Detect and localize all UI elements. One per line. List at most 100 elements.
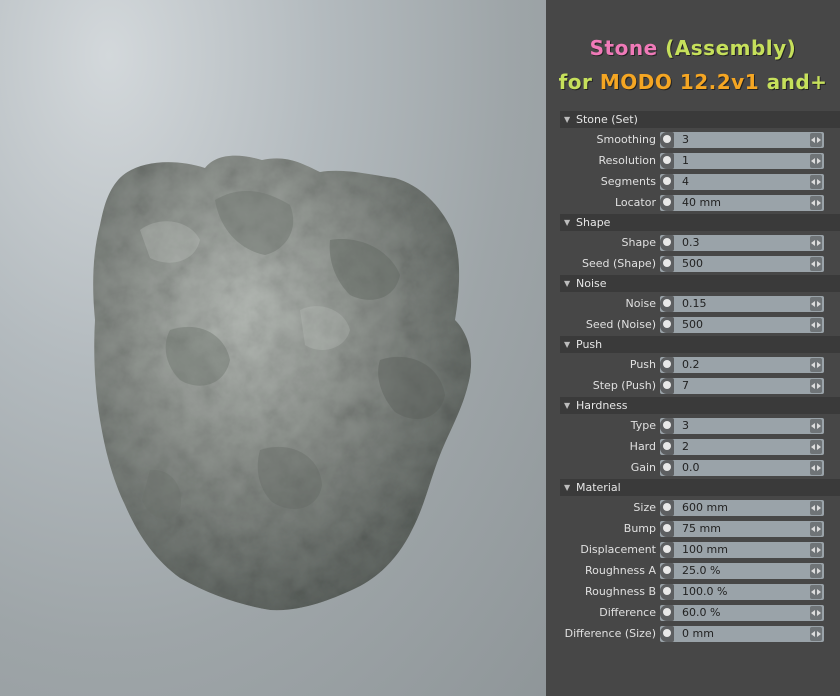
- channel-link-icon[interactable]: [660, 195, 674, 211]
- property-row: Step (Push) 7: [560, 376, 840, 397]
- property-value[interactable]: 4: [682, 175, 689, 188]
- property-label: Push: [629, 358, 656, 371]
- spinner-arrows-icon[interactable]: [810, 606, 822, 620]
- spinner-arrows-icon[interactable]: [810, 522, 822, 536]
- property-label: Step (Push): [592, 379, 656, 392]
- title-stone: Stone: [589, 36, 658, 60]
- spinner-arrows-icon[interactable]: [810, 501, 822, 515]
- channel-link-icon[interactable]: [660, 132, 674, 148]
- collapse-arrow-icon[interactable]: ▼: [564, 397, 570, 414]
- spinner-arrows-icon[interactable]: [810, 461, 822, 475]
- properties-panel: Stone (Assembly) for MODO 12.2v1 and+ ▼ S…: [546, 0, 840, 696]
- property-value[interactable]: 75 mm: [682, 522, 721, 535]
- channel-link-icon[interactable]: [660, 584, 674, 600]
- channel-link-icon[interactable]: [660, 174, 674, 190]
- property-value[interactable]: 100.0 %: [682, 585, 727, 598]
- title-line-1: Stone (Assembly): [546, 36, 840, 60]
- property-value[interactable]: 0.0: [682, 461, 700, 474]
- property-value[interactable]: 100 mm: [682, 543, 728, 556]
- channel-link-icon[interactable]: [660, 153, 674, 169]
- property-value[interactable]: 500: [682, 257, 703, 270]
- stone-render: [93, 155, 472, 611]
- title-version: 12.2v1: [679, 70, 760, 94]
- property-label: Size: [633, 501, 656, 514]
- spinner-arrows-icon[interactable]: [810, 543, 822, 557]
- property-row: Segments 4: [560, 172, 840, 193]
- spinner-arrows-icon[interactable]: [810, 297, 822, 311]
- property-row: Gain 0.0: [560, 458, 840, 479]
- property-row: Seed (Noise) 500: [560, 315, 840, 336]
- channel-link-icon[interactable]: [660, 296, 674, 312]
- channel-link-icon[interactable]: [660, 357, 674, 373]
- property-value[interactable]: 0.3: [682, 236, 700, 249]
- property-value[interactable]: 3: [682, 133, 689, 146]
- property-label: Hard: [629, 440, 656, 453]
- property-row: Displacement 100 mm: [560, 540, 840, 561]
- spinner-arrows-icon[interactable]: [810, 175, 822, 189]
- channel-link-icon[interactable]: [660, 418, 674, 434]
- section-stone-set[interactable]: ▼ Stone (Set): [560, 111, 840, 128]
- property-row: Roughness A 25.0 %: [560, 561, 840, 582]
- spinner-arrows-icon[interactable]: [810, 133, 822, 147]
- property-value[interactable]: 3: [682, 419, 689, 432]
- channel-link-icon[interactable]: [660, 256, 674, 272]
- collapse-arrow-icon[interactable]: ▼: [564, 336, 570, 353]
- property-value[interactable]: 2: [682, 440, 689, 453]
- property-row: Difference (Size) 0 mm: [560, 624, 840, 645]
- channel-link-icon[interactable]: [660, 605, 674, 621]
- property-value[interactable]: 500: [682, 318, 703, 331]
- collapse-arrow-icon[interactable]: ▼: [564, 479, 570, 496]
- property-row: Locator 40 mm: [560, 193, 840, 214]
- property-label: Shape: [621, 236, 656, 249]
- spinner-arrows-icon[interactable]: [810, 627, 822, 641]
- property-row: Roughness B 100.0 %: [560, 582, 840, 603]
- channel-link-icon[interactable]: [660, 235, 674, 251]
- spinner-arrows-icon[interactable]: [810, 440, 822, 454]
- spinner-arrows-icon[interactable]: [810, 564, 822, 578]
- spinner-arrows-icon[interactable]: [810, 419, 822, 433]
- spinner-arrows-icon[interactable]: [810, 585, 822, 599]
- section-shape[interactable]: ▼ Shape: [560, 214, 840, 231]
- spinner-arrows-icon[interactable]: [810, 318, 822, 332]
- section-hardness[interactable]: ▼ Hardness: [560, 397, 840, 414]
- channel-link-icon[interactable]: [660, 460, 674, 476]
- channel-link-icon[interactable]: [660, 378, 674, 394]
- channel-link-icon[interactable]: [660, 500, 674, 516]
- channel-link-icon[interactable]: [660, 563, 674, 579]
- property-value[interactable]: 60.0 %: [682, 606, 720, 619]
- spinner-arrows-icon[interactable]: [810, 154, 822, 168]
- title-and: and+: [766, 70, 828, 94]
- property-value[interactable]: 0 mm: [682, 627, 714, 640]
- 3d-viewport[interactable]: [0, 0, 546, 696]
- spinner-arrows-icon[interactable]: [810, 379, 822, 393]
- property-value[interactable]: 40 mm: [682, 196, 721, 209]
- title-for: for: [558, 70, 593, 94]
- section-noise[interactable]: ▼ Noise: [560, 275, 840, 292]
- property-label: Segments: [600, 175, 656, 188]
- property-label: Difference: [599, 606, 656, 619]
- spinner-arrows-icon[interactable]: [810, 236, 822, 250]
- property-value[interactable]: 0.15: [682, 297, 707, 310]
- spinner-arrows-icon[interactable]: [810, 196, 822, 210]
- property-value[interactable]: 600 mm: [682, 501, 728, 514]
- spinner-arrows-icon[interactable]: [810, 358, 822, 372]
- property-row: Resolution 1: [560, 151, 840, 172]
- property-value[interactable]: 7: [682, 379, 689, 392]
- collapse-arrow-icon[interactable]: ▼: [564, 275, 570, 292]
- channel-link-icon[interactable]: [660, 542, 674, 558]
- section-push[interactable]: ▼ Push: [560, 336, 840, 353]
- property-value[interactable]: 0.2: [682, 358, 700, 371]
- property-value[interactable]: 1: [682, 154, 689, 167]
- property-label: Seed (Noise): [585, 318, 656, 331]
- collapse-arrow-icon[interactable]: ▼: [564, 214, 570, 231]
- channel-link-icon[interactable]: [660, 317, 674, 333]
- section-material[interactable]: ▼ Material: [560, 479, 840, 496]
- section-label: Hardness: [576, 399, 628, 412]
- channel-link-icon[interactable]: [660, 626, 674, 642]
- spinner-arrows-icon[interactable]: [810, 257, 822, 271]
- channel-link-icon[interactable]: [660, 439, 674, 455]
- property-label: Bump: [623, 522, 656, 535]
- collapse-arrow-icon[interactable]: ▼: [564, 111, 570, 128]
- property-value[interactable]: 25.0 %: [682, 564, 720, 577]
- channel-link-icon[interactable]: [660, 521, 674, 537]
